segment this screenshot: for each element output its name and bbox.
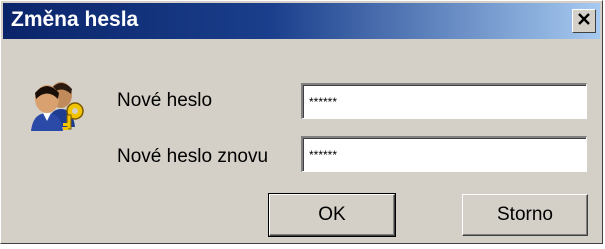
title-bar[interactable]: Změna hesla [3,3,600,39]
cancel-button[interactable]: Storno [462,194,588,236]
new-password-again-field[interactable] [301,136,587,172]
new-password-field[interactable] [301,83,587,119]
new-password-label: Nové heslo [117,90,213,111]
new-password-again-label: Nové heslo znovu [117,146,269,167]
dialog-title: Změna hesla [11,8,139,31]
close-button[interactable] [572,9,596,33]
password-change-dialog: Změna hesla Nové heslo ****** Nové heslo… [0,0,603,244]
ok-button[interactable]: OK [268,193,396,237]
close-icon [577,11,591,31]
cancel-button-label: Storno [497,204,553,225]
users-key-icon [23,77,93,131]
ok-button-label: OK [318,204,346,225]
